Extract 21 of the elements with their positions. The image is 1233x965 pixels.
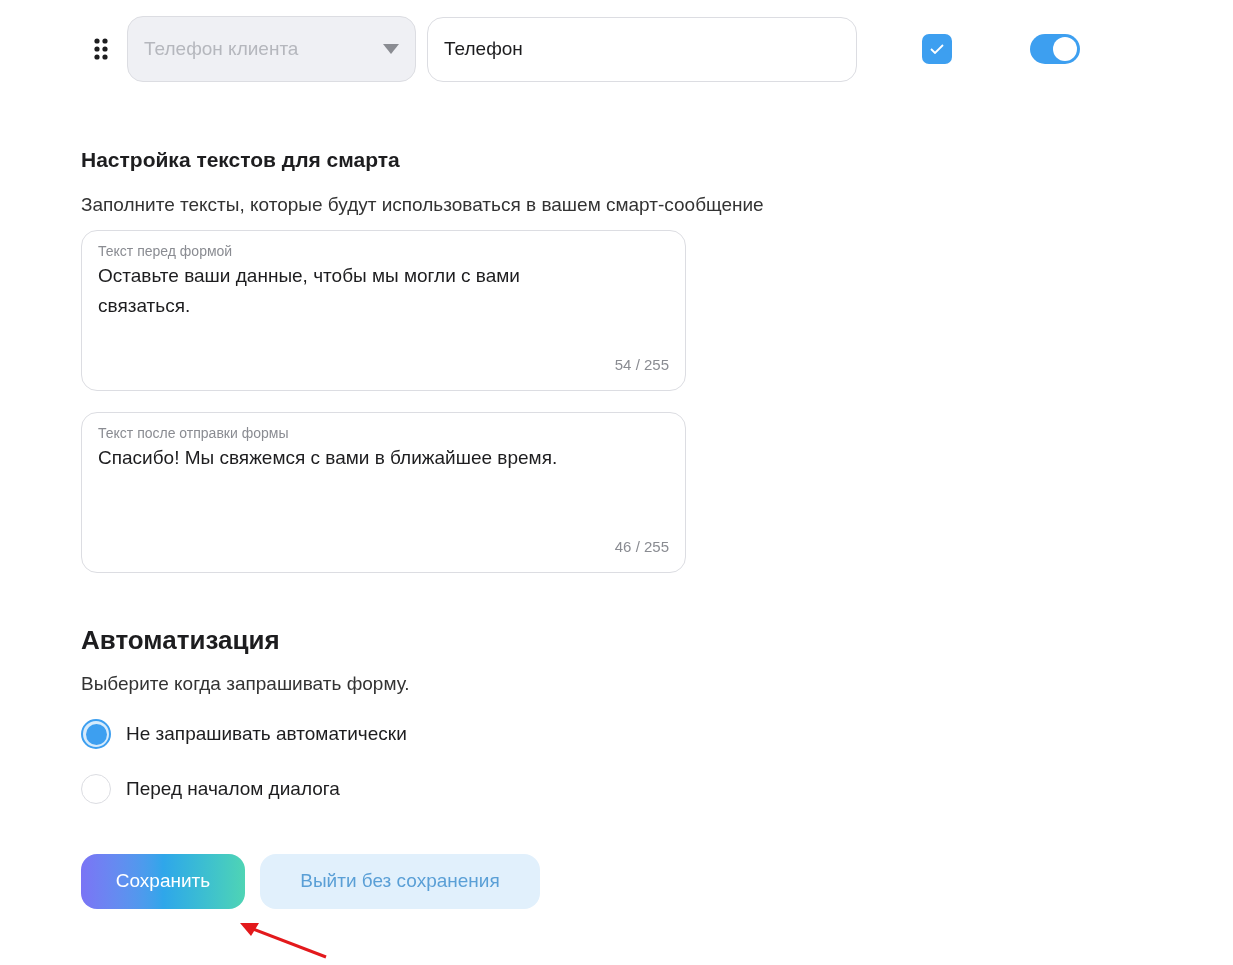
section-title: Настройка текстов для смарта — [81, 147, 401, 173]
radio-label: Не запрашивать автоматически — [126, 721, 407, 746]
radio-label: Перед началом диалога — [126, 776, 340, 801]
section-description: Выберите когда запрашивать форму. — [81, 672, 411, 696]
toggle-switch[interactable] — [1030, 34, 1080, 64]
field-label: Текст перед формой — [98, 242, 234, 260]
text-area[interactable]: Текст перед формой Оставьте ваши данные, чтобы мы могли с вами связаться. 54 / 255 — [81, 230, 686, 391]
field-label: Текст после отправки формы — [98, 424, 290, 442]
field-value: Оставьте ваши данные, чтобы мы могли с вами связаться. — [98, 264, 521, 318]
text-area[interactable]: Текст после отправки формы Спасибо! Мы свяжемся с вами в ближайшее время. 46 / 255 — [81, 412, 686, 573]
section-description: Заполните тексты, которые будут использоваться в вашем смарт-сообщение — [81, 193, 765, 217]
drag-handle-icon[interactable] — [94, 38, 108, 60]
field-value: Спасибо! Мы свяжемся с вами в ближайшее время. — [98, 446, 559, 470]
radio-button[interactable] — [81, 719, 111, 749]
input-field[interactable]: Телефон — [427, 16, 857, 82]
checkbox[interactable] — [922, 34, 952, 64]
character-counter: 54 / 255 — [614, 354, 669, 375]
character-counter: 46 / 255 — [614, 536, 669, 557]
section-title: Автоматизация — [81, 624, 281, 657]
checkmark-icon — [930, 44, 944, 54]
caret-icon — [383, 44, 399, 54]
